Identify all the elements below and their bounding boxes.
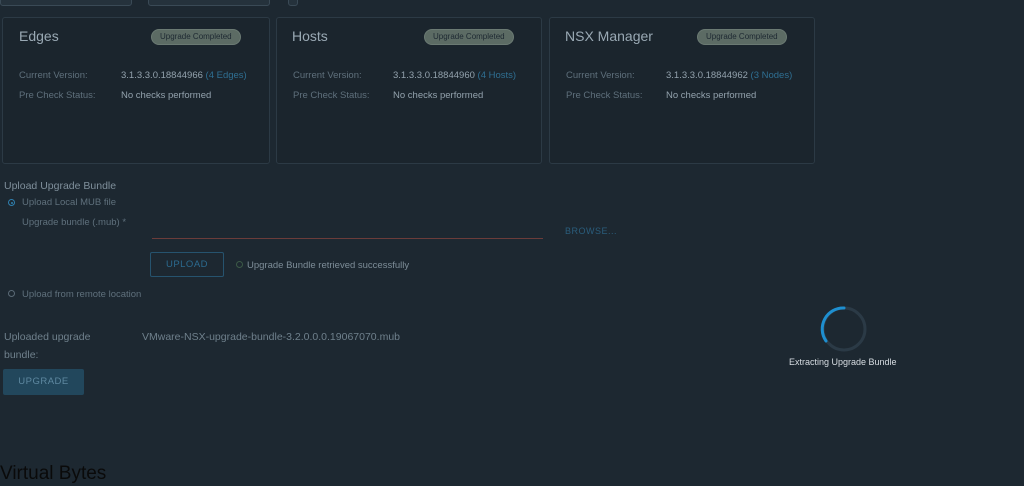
version-text: 3.1.3.3.0.18844962: [666, 70, 748, 81]
status-badge: Upgrade Completed: [697, 29, 787, 45]
edges-card: Edges Upgrade Completed Current Version:…: [2, 17, 270, 164]
current-version-label: Current Version:: [566, 70, 635, 81]
top-tab-remnant[interactable]: [148, 0, 270, 6]
spinner-status-text: Extracting Upgrade Bundle: [789, 357, 897, 367]
version-text: 3.1.3.3.0.18844960: [393, 70, 475, 81]
top-tab-remnant[interactable]: [0, 0, 132, 6]
precheck-value: No checks performed: [121, 90, 212, 101]
precheck-value: No checks performed: [393, 90, 484, 101]
edges-count-link[interactable]: (4 Edges): [206, 70, 247, 81]
status-badge: Upgrade Completed: [151, 29, 241, 45]
card-title: NSX Manager: [565, 28, 653, 44]
precheck-label: Pre Check Status:: [566, 90, 643, 101]
local-mub-radio[interactable]: [8, 199, 15, 206]
precheck-value: No checks performed: [666, 90, 757, 101]
remote-location-radio[interactable]: [8, 290, 15, 297]
current-version-label: Current Version:: [19, 70, 88, 81]
hosts-count-link[interactable]: (4 Hosts): [478, 70, 517, 81]
upload-button[interactable]: UPLOAD: [150, 252, 224, 277]
browse-button[interactable]: BROWSE...: [565, 226, 617, 236]
bundle-file-input[interactable]: [152, 238, 543, 239]
current-version-label: Current Version:: [293, 70, 362, 81]
current-version-value: 3.1.3.3.0.18844962 (3 Nodes): [666, 70, 792, 81]
success-check-icon: [236, 261, 243, 268]
top-icon-remnant[interactable]: [288, 0, 298, 6]
nsx-manager-card: NSX Manager Upgrade Completed Current Ve…: [549, 17, 815, 164]
current-version-value: 3.1.3.3.0.18844966 (4 Edges): [121, 70, 247, 81]
uploaded-bundle-filename: VMware-NSX-upgrade-bundle-3.2.0.0.0.1906…: [142, 331, 400, 343]
watermark: Virtual Bytes: [0, 463, 107, 484]
card-title: Edges: [19, 28, 59, 44]
remote-location-label: Upload from remote location: [22, 289, 142, 300]
status-badge: Upgrade Completed: [424, 29, 514, 45]
bundle-field-label: Upgrade bundle (.mub) *: [22, 217, 127, 228]
version-text: 3.1.3.3.0.18844966: [121, 70, 203, 81]
uploaded-bundle-label-line2: bundle:: [4, 349, 39, 361]
upload-section-title: Upload Upgrade Bundle: [4, 180, 117, 192]
local-mub-label: Upload Local MUB file: [22, 197, 116, 208]
upgrade-button[interactable]: UPGRADE: [3, 369, 84, 395]
upload-status-message: Upgrade Bundle retrieved successfully: [247, 260, 410, 271]
card-title: Hosts: [292, 28, 328, 44]
precheck-label: Pre Check Status:: [293, 90, 370, 101]
uploaded-bundle-label-line1: Uploaded upgrade: [4, 331, 91, 343]
top-toolbar-remnant: [0, 0, 1024, 6]
current-version-value: 3.1.3.3.0.18844960 (4 Hosts): [393, 70, 516, 81]
loading-spinner-icon: [820, 306, 867, 352]
hosts-card: Hosts Upgrade Completed Current Version:…: [276, 17, 542, 164]
nodes-count-link[interactable]: (3 Nodes): [751, 70, 793, 81]
precheck-label: Pre Check Status:: [19, 90, 96, 101]
